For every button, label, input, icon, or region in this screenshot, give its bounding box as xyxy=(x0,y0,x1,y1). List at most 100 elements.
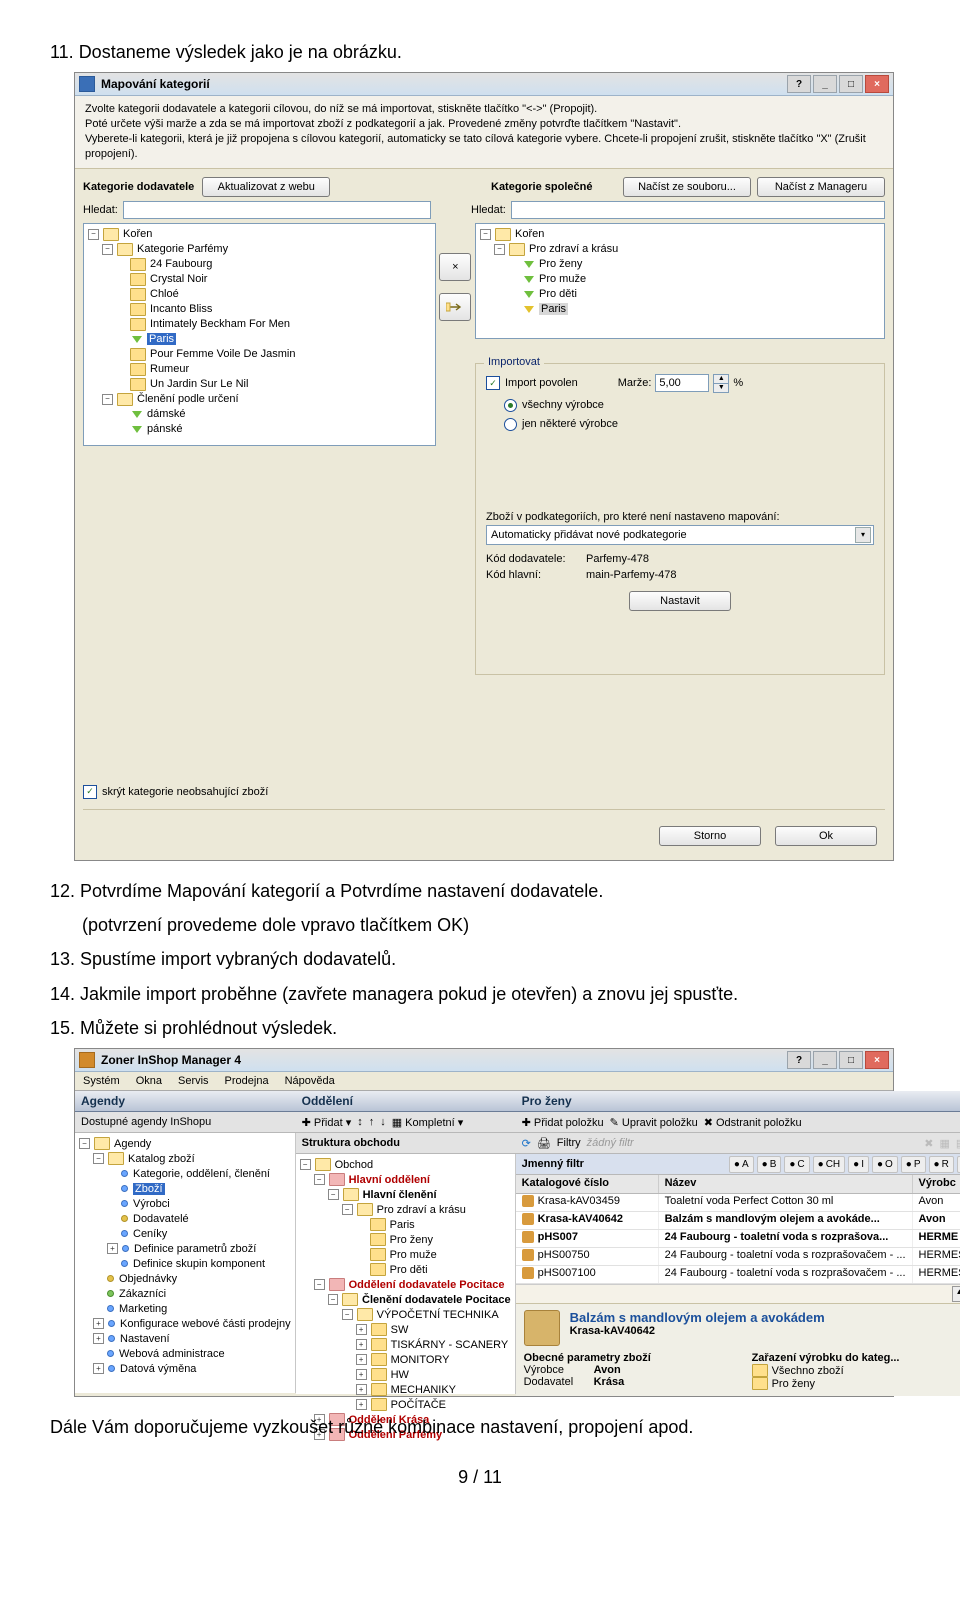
close-button[interactable]: × xyxy=(865,75,889,93)
expand-icon[interactable]: + xyxy=(356,1384,367,1395)
tree-node[interactable]: Paris xyxy=(390,1219,415,1231)
tree-node[interactable]: Kategorie Parfémy xyxy=(137,243,228,255)
expand-icon[interactable]: − xyxy=(102,394,113,405)
ok-button[interactable]: Ok xyxy=(775,826,877,846)
some-producers-radio[interactable]: jen některé výrobce xyxy=(504,418,874,431)
tool-icon[interactable]: ✖ xyxy=(924,1137,933,1150)
expand-icon[interactable]: − xyxy=(480,229,491,240)
tree-node[interactable]: Hlavní oddělení xyxy=(349,1174,430,1186)
minimize-button[interactable]: _ xyxy=(813,75,837,93)
tree-node[interactable]: Un Jardin Sur Le Nil xyxy=(150,378,248,390)
tree-node[interactable]: 24 Faubourg xyxy=(150,258,212,270)
table-row[interactable]: pHS00724 Faubourg - toaletní voda s rozp… xyxy=(516,1230,960,1248)
tree-node[interactable]: Marketing xyxy=(119,1303,167,1315)
col-header-name[interactable]: Název xyxy=(659,1175,913,1193)
table-row[interactable]: pHS0075024 Faubourg - toaletní voda s ro… xyxy=(516,1248,960,1266)
tree-node[interactable]: Datová výměna xyxy=(120,1363,196,1375)
table-row[interactable]: Krasa-kAV40642Balzám s mandlovým olejem … xyxy=(516,1212,960,1230)
tree-node[interactable]: Konfigurace webové části prodejny xyxy=(120,1318,291,1330)
tree-node-selected[interactable]: Paris xyxy=(147,333,176,345)
expand-icon[interactable]: − xyxy=(79,1138,90,1149)
expand-icon[interactable]: − xyxy=(494,244,505,255)
print-icon[interactable]: 🖨 xyxy=(537,1137,551,1150)
subcat-select[interactable]: Automaticky přidávat nové podkategorie ▾ xyxy=(486,525,874,545)
letter-filter[interactable]: ● I xyxy=(848,1156,869,1173)
link-button[interactable] xyxy=(439,293,471,321)
expand-icon[interactable]: + xyxy=(356,1369,367,1380)
letter-filter[interactable]: ● A xyxy=(729,1156,754,1173)
edit-item-button[interactable]: ✎ Upravit položku xyxy=(610,1116,698,1129)
category-link[interactable]: Všechno zboží xyxy=(772,1365,844,1377)
menu-shop[interactable]: Prodejna xyxy=(225,1075,269,1087)
table-row[interactable]: pHS00710024 Faubourg - toaletní voda s r… xyxy=(516,1266,960,1284)
tree-node[interactable]: Výrobci xyxy=(133,1198,170,1210)
tree-node[interactable]: Rumeur xyxy=(150,363,189,375)
tree-node[interactable]: dámské xyxy=(147,408,186,420)
tree-node[interactable]: Pro muže xyxy=(539,273,586,285)
expand-icon[interactable]: + xyxy=(356,1399,367,1410)
tree-node[interactable]: Crystal Noir xyxy=(150,273,207,285)
tree-node[interactable]: Oddělení dodavatele Pocitace xyxy=(349,1279,505,1291)
expand-icon[interactable]: − xyxy=(300,1159,311,1170)
tb-icon-c[interactable]: ↓ xyxy=(380,1116,386,1128)
tree-node[interactable]: Pro zdraví a krásu xyxy=(529,243,618,255)
complete-button[interactable]: ▦ Kompletní ▾ xyxy=(392,1116,464,1129)
menu-windows[interactable]: Okna xyxy=(136,1075,162,1087)
tree-node[interactable]: Kategorie, oddělení, členění xyxy=(133,1168,270,1180)
tree-node[interactable]: Pro děti xyxy=(390,1264,428,1276)
tree-node[interactable]: Pro zdraví a krásu xyxy=(377,1204,466,1216)
load-from-file-button[interactable]: Načíst ze souboru... xyxy=(623,177,751,197)
tree-node[interactable]: Definice parametrů zboží xyxy=(134,1243,256,1255)
menu-service[interactable]: Servis xyxy=(178,1075,209,1087)
tree-node[interactable]: Ceníky xyxy=(133,1228,167,1240)
letter-filter[interactable]: ● P xyxy=(901,1156,926,1173)
menu-system[interactable]: Systém xyxy=(83,1075,120,1087)
tree-node[interactable]: Obchod xyxy=(335,1159,374,1171)
tree-node[interactable]: Intimately Beckham For Men xyxy=(150,318,290,330)
expand-icon[interactable]: + xyxy=(356,1339,367,1350)
expand-icon[interactable]: − xyxy=(314,1279,325,1290)
tree-node[interactable]: Katalog zboží xyxy=(128,1153,195,1165)
margin-spin-down[interactable]: ▼ xyxy=(713,384,729,393)
search-right-input[interactable] xyxy=(511,201,885,219)
set-button[interactable]: Nastavit xyxy=(629,591,731,611)
tool-icon[interactable]: ▤ xyxy=(956,1137,960,1150)
expand-icon[interactable]: − xyxy=(314,1174,325,1185)
tool-icon[interactable]: ▦ xyxy=(939,1137,949,1150)
tree-node[interactable]: Členění dodavatele Pocitace xyxy=(362,1294,511,1306)
menu-help[interactable]: Nápověda xyxy=(285,1075,335,1087)
tree-node[interactable]: Chloé xyxy=(150,288,179,300)
expand-icon[interactable]: + xyxy=(356,1354,367,1365)
expand-icon[interactable]: − xyxy=(93,1153,104,1164)
tree-node[interactable]: Nastavení xyxy=(120,1333,170,1345)
departments-tree[interactable]: −Obchod −Hlavní oddělení −Hlavní členění… xyxy=(296,1154,516,1394)
expand-icon[interactable]: + xyxy=(107,1243,118,1254)
tree-node[interactable]: Definice skupin komponent xyxy=(133,1258,265,1270)
tree-node[interactable]: MONITORY xyxy=(391,1354,450,1366)
margin-spin-up[interactable]: ▲ xyxy=(713,374,729,384)
tree-node-selected[interactable]: Paris xyxy=(539,303,568,315)
tree-node[interactable]: MECHANIKY xyxy=(391,1384,456,1396)
unlink-button[interactable]: × xyxy=(439,253,471,281)
tree-node[interactable]: Pro ženy xyxy=(390,1234,433,1246)
tree-node[interactable]: HW xyxy=(391,1369,409,1381)
expand-icon[interactable]: − xyxy=(328,1189,339,1200)
expand-icon[interactable]: + xyxy=(93,1333,104,1344)
tree-node-root[interactable]: Kořen xyxy=(515,228,544,240)
tree-node[interactable]: Objednávky xyxy=(119,1273,177,1285)
tree-node[interactable]: Pro muže xyxy=(390,1249,437,1261)
help-button[interactable]: ? xyxy=(787,75,811,93)
tree-node[interactable]: Incanto Bliss xyxy=(150,303,212,315)
load-from-manager-button[interactable]: Načíst z Manageru xyxy=(757,177,885,197)
maximize-button[interactable]: □ xyxy=(839,1051,863,1069)
refresh-from-web-button[interactable]: Aktualizovat z webu xyxy=(202,177,330,197)
category-link[interactable]: Pro ženy xyxy=(772,1378,815,1390)
help-button[interactable]: ? xyxy=(787,1051,811,1069)
letter-filter[interactable]: ● R xyxy=(929,1156,954,1173)
letter-filter[interactable]: ● B xyxy=(757,1156,782,1173)
table-row[interactable]: Krasa-kAV03459Toaletní voda Perfect Cott… xyxy=(516,1194,960,1212)
col-header-producer[interactable]: Výrobc xyxy=(913,1175,960,1193)
add-dept-button[interactable]: ✚ Přidat ▾ xyxy=(302,1116,352,1129)
tree-node[interactable]: Členění podle určení xyxy=(137,393,239,405)
import-allowed-checkbox[interactable]: ✓Import povolen xyxy=(486,376,578,390)
